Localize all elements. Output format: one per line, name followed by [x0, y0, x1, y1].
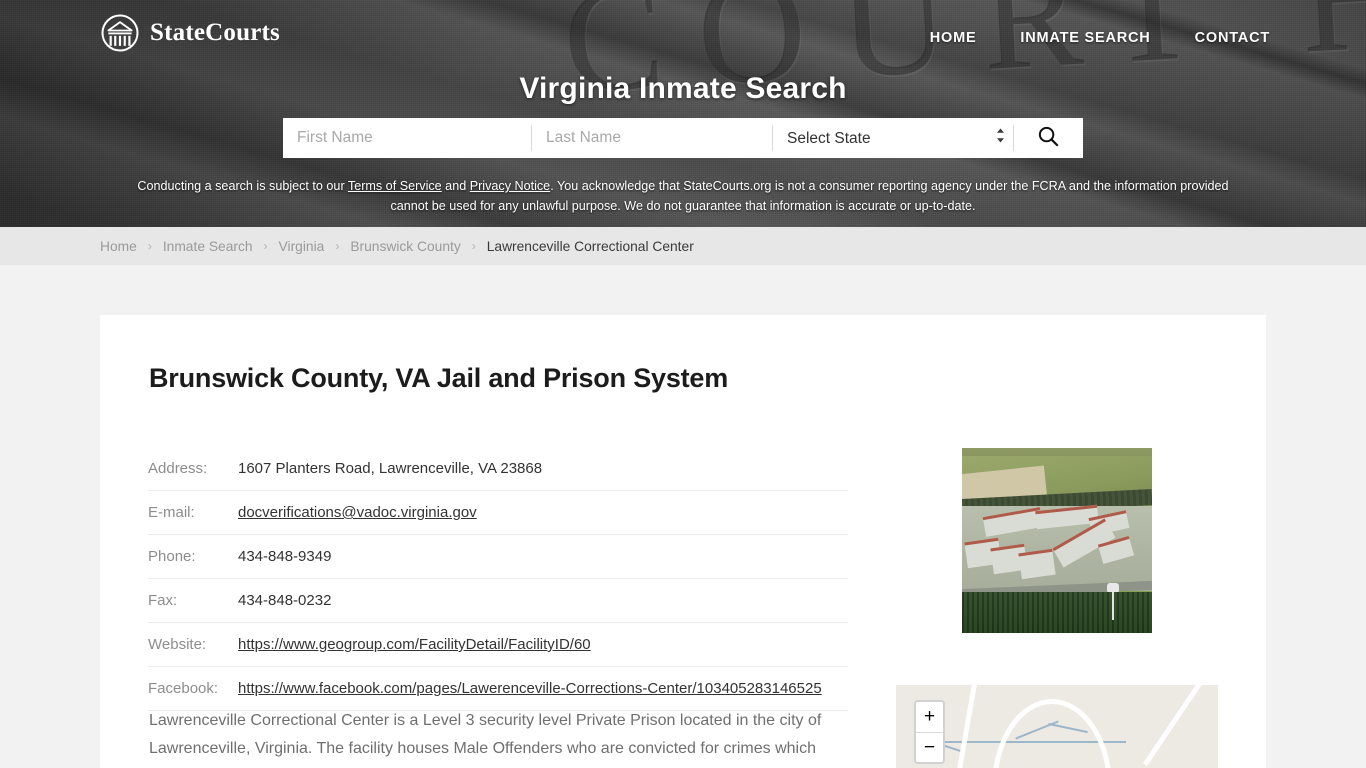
breadcrumb-separator: › [263, 239, 268, 253]
table-row: Address: 1607 Planters Road, Lawrencevill… [148, 447, 848, 491]
info-label-website: Website: [148, 636, 207, 653]
table-row: Facebook: https://www.facebook.com/pages/… [148, 667, 848, 711]
hero-title: Virginia Inmate Search [519, 72, 847, 105]
info-link-email[interactable]: docverifications@vadoc.virginia.gov [238, 504, 477, 521]
breadcrumb-separator: › [471, 239, 476, 253]
search-disclaimer: Conducting a search is subject to our Te… [0, 176, 1366, 216]
info-value-address: 1607 Planters Road, Lawrenceville, VA 23… [238, 460, 543, 477]
breadcrumb-separator: › [335, 239, 340, 253]
location-map[interactable]: + − [896, 685, 1218, 768]
facility-aerial-photo [962, 448, 1152, 633]
terms-of-service-link[interactable]: Terms of Service [348, 179, 442, 193]
site-header: COURT HOUSE StateCourts HOME INMATE [0, 0, 1366, 227]
facility-description: Lawrenceville Correctional Center is a L… [149, 712, 822, 757]
breadcrumb-item-lawrenceville-correctional-center: Lawrenceville Correctional Center [486, 238, 694, 254]
courthouse-logo-icon [100, 13, 140, 53]
disclaimer-part-2: and [441, 179, 470, 193]
info-label-email: E-mail: [148, 504, 195, 521]
info-value-phone: 434-848-9349 [238, 548, 332, 565]
info-label-phone: Phone: [148, 548, 196, 565]
nav-item-contact[interactable]: CONTACT [1173, 26, 1292, 50]
breadcrumb-item-inmate-search[interactable]: Inmate Search [163, 239, 253, 254]
page-body: Brunswick County, VA Jail and Prison Sys… [0, 265, 1366, 768]
breadcrumb-item-brunswick-county[interactable]: Brunswick County [350, 239, 460, 254]
first-name-input[interactable] [283, 118, 531, 158]
info-link-website[interactable]: https://www.geogroup.com/FacilityDetail/… [238, 636, 591, 653]
info-label-facebook: Facebook: [148, 680, 219, 697]
info-value-email[interactable]: docverifications@vadoc.virginia.gov [238, 491, 848, 535]
state-select-wrapper: Select State [773, 118, 1013, 158]
water-tower-icon [1107, 583, 1119, 620]
map-zoom-out-button[interactable]: − [916, 732, 943, 762]
info-value-facebook[interactable]: https://www.facebook.com/pages/Lawerence… [238, 667, 848, 711]
table-row: Website: https://www.geogroup.com/Facilit… [148, 623, 848, 667]
breadcrumb-item-home[interactable]: Home [100, 239, 137, 254]
facility-info-table: Address: 1607 Planters Road, Lawrencevill… [148, 447, 848, 711]
nav-item-inmate-search[interactable]: INMATE SEARCH [998, 26, 1172, 50]
content-card: Brunswick County, VA Jail and Prison Sys… [100, 315, 1266, 768]
page-title: Brunswick County, VA Jail and Prison Sys… [149, 363, 729, 393]
map-zoom-in-button[interactable]: + [916, 702, 943, 732]
brand-logo-link[interactable]: StateCourts [100, 13, 280, 53]
nav-item-home[interactable]: HOME [908, 26, 999, 50]
state-select[interactable]: Select State [773, 118, 1013, 158]
info-value-fax: 434-848-0232 [238, 592, 332, 609]
info-label-address: Address: [148, 460, 208, 477]
search-icon [1037, 125, 1060, 151]
privacy-notice-link[interactable]: Privacy Notice [470, 179, 550, 193]
last-name-input[interactable] [532, 118, 772, 158]
disclaimer-part-1: Conducting a search is subject to our [137, 179, 348, 193]
main-navigation: HOME INMATE SEARCH CONTACT [908, 26, 1292, 50]
map-zoom-controls: + − [914, 700, 945, 764]
info-label-fax: Fax: [148, 592, 178, 609]
breadcrumb-item-virginia[interactable]: Virginia [279, 239, 325, 254]
breadcrumb: Home › Inmate Search › Virginia › Brunswick Co… [0, 227, 1366, 265]
inmate-search-form: Select State [283, 118, 1083, 158]
breadcrumb-separator: › [147, 239, 152, 253]
info-link-facebook[interactable]: https://www.facebook.com/pages/Lawerence… [238, 680, 822, 697]
search-submit-button[interactable] [1014, 118, 1083, 158]
table-row: E-mail: docverifications@vadoc.virginia.g… [148, 491, 848, 535]
table-row: Phone: 434-848-9349 [148, 535, 848, 579]
brand-name: StateCourts [150, 19, 280, 46]
info-value-website[interactable]: https://www.geogroup.com/FacilityDetail/… [238, 623, 848, 667]
table-row: Fax: 434-848-0232 [148, 579, 848, 623]
